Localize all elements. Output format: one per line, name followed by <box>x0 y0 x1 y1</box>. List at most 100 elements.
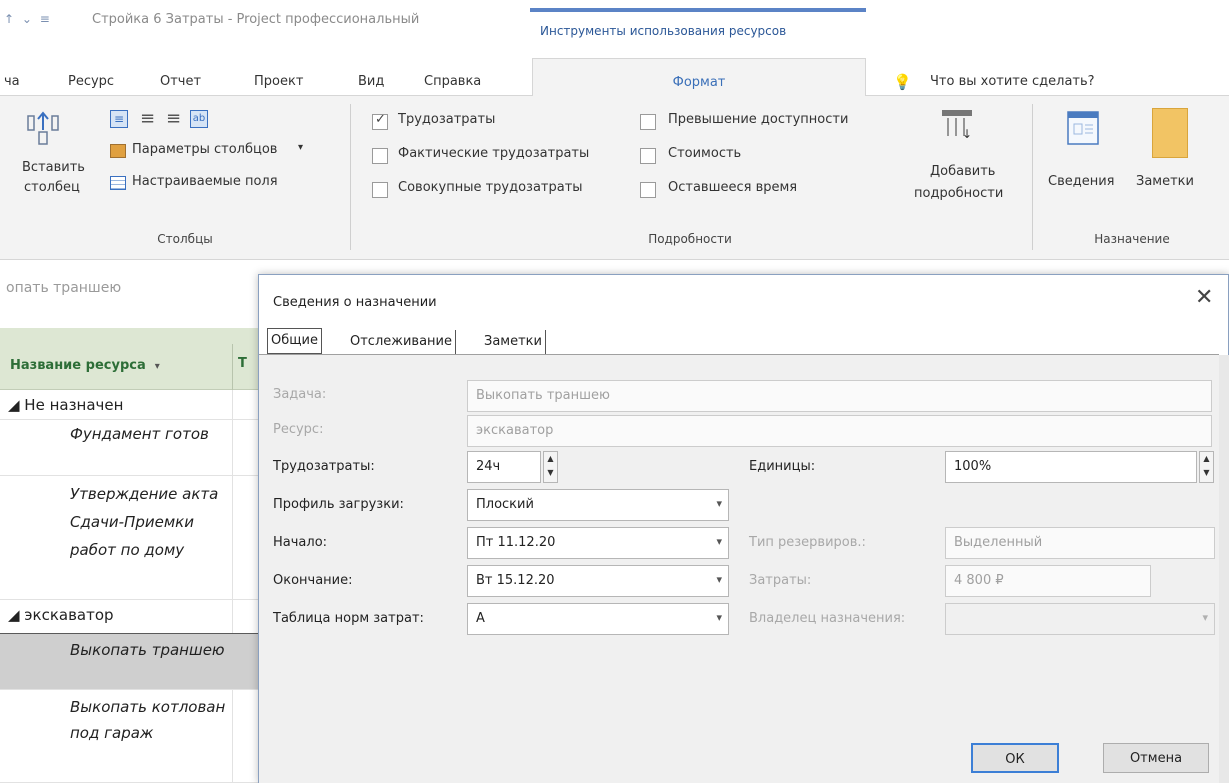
close-icon[interactable]: ✕ <box>1195 285 1213 310</box>
insert-column-label-2: столбец <box>24 180 80 195</box>
task-label: Выкопать котлован под гараж <box>70 698 226 742</box>
work-contour-select[interactable]: Плоский ▾ <box>467 489 729 521</box>
tab-report[interactable]: Отчет <box>160 74 201 89</box>
booking-type-label: Тип резервиров.: <box>749 535 866 550</box>
cost-label: Затраты: <box>749 573 812 588</box>
tab-project[interactable]: Проект <box>254 74 303 89</box>
group-separator <box>350 104 351 250</box>
scrollbar[interactable] <box>1219 355 1229 783</box>
tab-task[interactable]: ча <box>4 74 20 89</box>
column-header: Название ресурса ▾ Т <box>0 328 260 390</box>
finish-date-select[interactable]: Вт 15.12.20 ▾ <box>467 565 729 597</box>
tab-view[interactable]: Вид <box>358 74 384 89</box>
tab-general[interactable]: Общие <box>267 328 322 354</box>
wrap-text-icon[interactable]: ab <box>190 110 208 128</box>
group-row[interactable]: ◢ экскаватор <box>0 600 260 634</box>
tab-resource[interactable]: Ресурс <box>68 74 114 89</box>
task-row-selected[interactable]: Выкопать траншею <box>0 634 260 690</box>
resource-name-header[interactable]: Название ресурса ▾ <box>10 358 160 373</box>
cost-checkbox[interactable] <box>640 148 656 164</box>
remaining-label: Оставшееся время <box>668 180 798 195</box>
cost-field: 4 800 ₽ <box>945 565 1151 597</box>
cost-label: Стоимость <box>668 146 742 161</box>
chevron-down-icon[interactable]: ▾ <box>298 142 303 153</box>
start-date-select[interactable]: Пт 11.12.20 ▾ <box>467 527 729 559</box>
column-settings-button[interactable]: Параметры столбцов <box>132 142 277 157</box>
task-row[interactable]: Фундамент готов <box>0 420 260 476</box>
work-input[interactable]: 24ч <box>467 451 541 483</box>
overallocation-label: Превышение доступности <box>668 112 849 127</box>
cumulative-work-label: Совокупные трудозатраты <box>398 180 583 195</box>
align-center-icon[interactable]: ≡ <box>140 108 155 129</box>
tab-help[interactable]: Справка <box>424 74 481 89</box>
column-divider[interactable] <box>232 344 233 390</box>
custom-fields-button[interactable]: Настраиваемые поля <box>132 174 278 189</box>
cost-rate-table-label: Таблица норм затрат: <box>273 611 424 626</box>
chevron-down-icon: ▾ <box>1202 611 1208 624</box>
tab-tracking[interactable]: Отслеживание <box>347 330 456 354</box>
units-stepper[interactable]: ▲ ▼ <box>1199 451 1214 483</box>
cost-rate-table-value: A <box>476 611 485 626</box>
tell-me-search[interactable]: Что вы хотите сделать? <box>930 74 1095 89</box>
chevron-down-icon[interactable]: ▾ <box>716 611 722 624</box>
start-label: Начало: <box>273 535 328 550</box>
work-header[interactable]: Т <box>238 356 247 371</box>
entry-bar[interactable]: опать траншею <box>0 280 260 310</box>
cost-rate-table-select[interactable]: A ▾ <box>467 603 729 635</box>
finish-date-value: Вт 15.12.20 <box>476 573 555 588</box>
chevron-down-icon[interactable]: ▾ <box>155 361 160 372</box>
remaining-checkbox[interactable] <box>640 182 656 198</box>
cumulative-work-checkbox[interactable] <box>372 182 388 198</box>
custom-fields-icon <box>110 176 126 190</box>
columns-group-label: Столбцы <box>157 232 213 246</box>
ok-button[interactable]: ОК <box>971 743 1059 773</box>
finish-label: Окончание: <box>273 573 353 588</box>
task-label: Фундамент готов <box>70 425 209 443</box>
insert-column-button[interactable]: Вставить столбец <box>18 108 108 218</box>
assignment-info-label: Сведения <box>1048 174 1115 189</box>
add-details-button[interactable]: ↓ Добавить подробности <box>912 108 1022 218</box>
actual-work-checkbox[interactable] <box>372 148 388 164</box>
group-row[interactable]: ◢ Не назначен <box>0 390 260 420</box>
svg-text:↓: ↓ <box>962 127 972 140</box>
tab-notes[interactable]: Заметки <box>481 330 546 354</box>
title-bar: ↑ ⌄ ≡ Стройка 6 Затраты - Project профес… <box>0 0 1229 40</box>
assignment-group-label: Назначение <box>1094 232 1170 246</box>
column-divider <box>232 390 233 419</box>
work-label: Трудозатраты: <box>273 459 375 474</box>
assignment-owner-label: Владелец назначения: <box>749 611 906 626</box>
assignment-notes-label: Заметки <box>1136 174 1194 189</box>
align-right-icon[interactable]: ≡ <box>166 108 181 129</box>
task-label: Утверждение акта Сдачи-Приемки работ по … <box>70 485 219 559</box>
cancel-button[interactable]: Отмена <box>1103 743 1209 773</box>
column-divider <box>232 420 233 475</box>
units-label: Единицы: <box>749 459 816 474</box>
align-left-icon[interactable]: ≡ <box>110 110 128 128</box>
assignment-info-button[interactable]: Сведения <box>1044 108 1134 218</box>
group-separator <box>1032 104 1033 250</box>
chevron-down-icon[interactable]: ▾ <box>716 497 722 510</box>
chevron-down-icon[interactable]: ▾ <box>716 535 722 548</box>
actual-work-label: Фактические трудозатраты <box>398 146 590 161</box>
work-contour-label: Профиль загрузки: <box>273 497 404 512</box>
assignment-notes-button[interactable]: Заметки <box>1132 108 1222 218</box>
ribbon: Вставить столбец ≡ ≡ ≡ ab Параметры стол… <box>0 96 1229 260</box>
work-checkbox[interactable] <box>372 112 388 130</box>
dialog-title: Сведения о назначении <box>273 295 437 310</box>
overallocation-checkbox[interactable] <box>640 114 656 130</box>
task-row[interactable]: Утверждение акта Сдачи-Приемки работ по … <box>0 476 260 600</box>
quick-access-toolbar[interactable]: ↑ ⌄ ≡ <box>4 12 52 26</box>
info-icon <box>1067 111 1099 145</box>
units-input[interactable]: 100% <box>945 451 1197 483</box>
tab-format[interactable]: Формат <box>532 58 866 96</box>
column-settings-icon <box>110 144 126 158</box>
add-details-icon: ↓ <box>942 110 972 140</box>
assignment-owner-select: ▾ <box>945 603 1215 635</box>
resource-field: экскаватор <box>467 415 1212 447</box>
work-stepper[interactable]: ▲ ▼ <box>543 451 558 483</box>
general-panel: Задача: Выкопать траншею Ресурс: экскава… <box>259 355 1219 783</box>
assignment-info-dialog: Сведения о назначении ✕ Общие Отслеживан… <box>258 274 1229 783</box>
add-details-label-1: Добавить <box>930 164 996 179</box>
task-row[interactable]: Выкопать котлован под гараж <box>0 690 260 783</box>
chevron-down-icon[interactable]: ▾ <box>716 573 722 586</box>
